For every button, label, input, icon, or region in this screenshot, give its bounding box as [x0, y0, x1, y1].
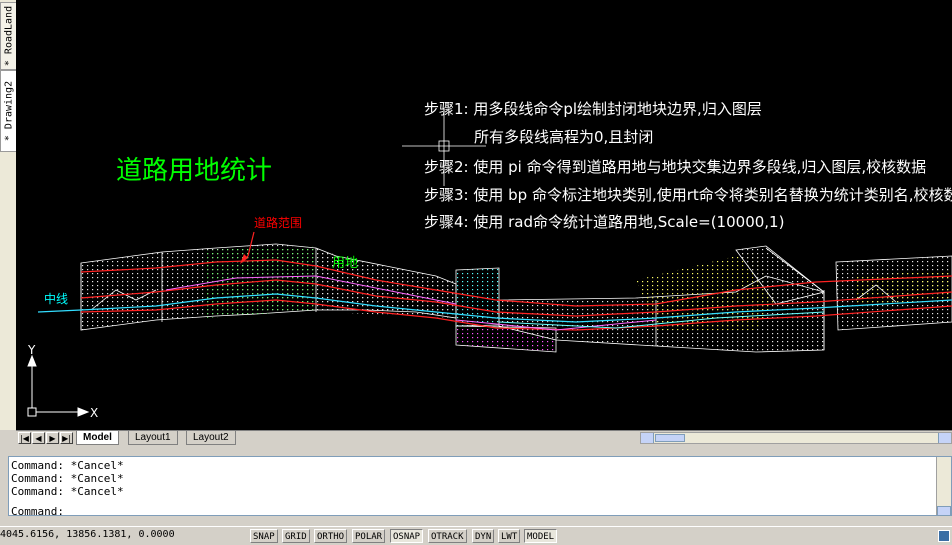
- tab-layout2[interactable]: Layout2: [186, 431, 236, 445]
- step-2-text: 步骤2: 使用 pi 命令得到道路用地与地块交集边界多段线,归入图层,校核数据: [424, 158, 927, 176]
- tab-layout1[interactable]: Layout1: [128, 431, 178, 445]
- scroll-left-arrow-icon[interactable]: [641, 433, 654, 443]
- ucs-x-label: X: [90, 406, 99, 420]
- layout-tab-bar: |◀ ◀ ▶ ▶| Model Layout1 Layout2: [16, 430, 952, 446]
- doc-tab-label: * RoadLand: [3, 5, 14, 67]
- prev-tab-button[interactable]: ◀: [32, 432, 45, 444]
- scroll-right-arrow-icon[interactable]: [938, 433, 951, 443]
- ortho-toggle[interactable]: ORTHO: [314, 529, 348, 543]
- ucs-y-label: Y: [28, 343, 36, 357]
- otrack-toggle[interactable]: OTRACK: [428, 529, 467, 543]
- step-1-text: 步骤1: 用多段线命令pl绘制封闭地块边界,归入图层: [424, 100, 762, 118]
- doc-tab-roadland[interactable]: * RoadLand: [0, 2, 17, 70]
- command-window: Command: *Cancel* Command: *Cancel* Comm…: [0, 446, 952, 526]
- polar-toggle[interactable]: POLAR: [352, 529, 386, 543]
- coordinate-readout: 4045.6156, 13856.1381, 0.0000: [0, 529, 175, 540]
- scroll-thumb[interactable]: [655, 434, 685, 442]
- land-label: 用地: [332, 256, 359, 271]
- model-toggle[interactable]: MODEL: [524, 529, 558, 543]
- command-history-line: Command: *Cancel*: [11, 459, 124, 472]
- command-prompt-input[interactable]: Command:: [11, 505, 64, 518]
- next-tab-button[interactable]: ▶: [46, 432, 59, 444]
- osnap-toggle[interactable]: OSNAP: [390, 529, 424, 543]
- command-scroll-down-icon[interactable]: [937, 506, 951, 516]
- step-4-text: 步骤4: 使用 rad命令统计道路用地,Scale=(10000,1): [424, 213, 785, 231]
- grid-toggle[interactable]: GRID: [282, 529, 310, 543]
- drawing-title: 道路用地统计: [116, 156, 273, 186]
- doc-tab-drawing2[interactable]: * Drawing2: [0, 70, 17, 152]
- snap-toggle[interactable]: SNAP: [250, 529, 278, 543]
- ucs-icon: [27, 354, 90, 417]
- command-history-line: Command: *Cancel*: [11, 472, 124, 485]
- horizontal-scrollbar[interactable]: [640, 432, 952, 444]
- first-tab-button[interactable]: |◀: [18, 432, 31, 444]
- tray-settings-icon[interactable]: [938, 530, 950, 542]
- status-bar: 4045.6156, 13856.1381, 0.0000 SNAP GRID …: [0, 526, 952, 545]
- tab-model[interactable]: Model: [76, 431, 119, 445]
- command-history-box: Command: *Cancel* Command: *Cancel* Comm…: [8, 456, 952, 518]
- road-range-label: 道路范围: [254, 216, 303, 230]
- dyn-toggle[interactable]: DYN: [472, 529, 495, 543]
- document-tab-strip: * RoadLand * Drawing2: [0, 0, 17, 430]
- lwt-toggle[interactable]: LWT: [498, 529, 521, 543]
- step-1-note-text: 所有多段线高程为0,且封闭: [474, 128, 654, 146]
- centerline-label: 中线: [44, 292, 69, 306]
- doc-tab-label: * Drawing2: [3, 80, 14, 142]
- last-tab-button[interactable]: ▶|: [60, 432, 73, 444]
- command-history-line: Command: *Cancel*: [11, 485, 124, 498]
- drawing-canvas[interactable]: 道路用地统计 步骤1: 用多段线命令pl绘制封闭地块边界,归入图层 所有多段线高…: [16, 0, 952, 430]
- step-3-text: 步骤3: 使用 bp 命令标注地块类别,使用rt命令将类别名替换为统计类别名,校…: [424, 186, 952, 204]
